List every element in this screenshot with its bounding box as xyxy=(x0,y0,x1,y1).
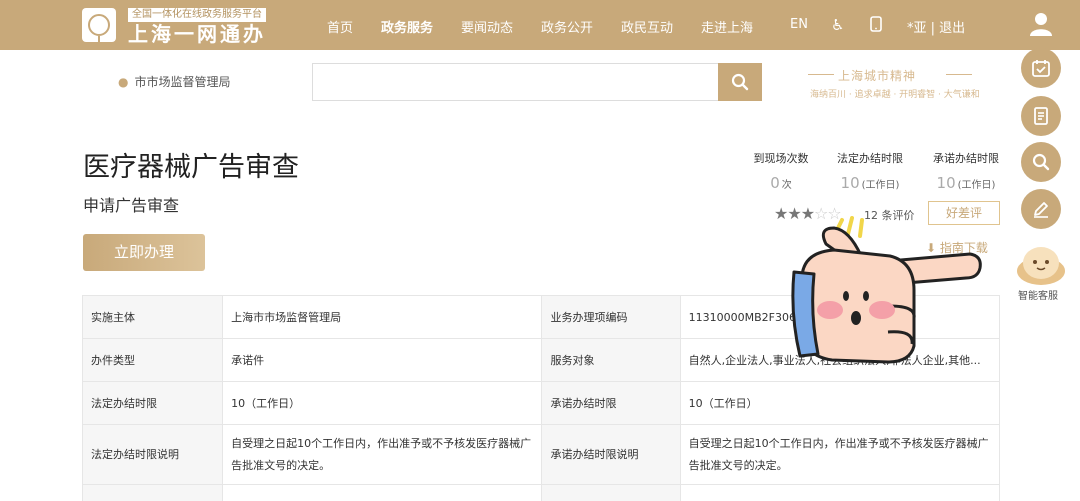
calendar-check-icon xyxy=(1032,60,1050,77)
search-icon xyxy=(731,73,749,91)
table-row: 法定办结时限 10（工作日） 承诺办结时限 10（工作日） xyxy=(81,381,1001,425)
float-document-button[interactable] xyxy=(1021,96,1061,136)
location-selector[interactable]: ● 市市场监督管理局 xyxy=(118,73,231,90)
page-title: 医疗器械广告审查 xyxy=(83,152,299,183)
table-key: 法定办结时限 xyxy=(81,381,224,425)
assistant-label[interactable]: 智能客服 xyxy=(1018,287,1058,302)
stat-value: 10 (工作日) xyxy=(936,174,996,192)
star-filled-icon: ★ xyxy=(774,204,788,223)
slogan-divider-right xyxy=(946,74,972,75)
nav-interaction[interactable]: 政民互动 xyxy=(621,17,673,36)
user-avatar-icon[interactable] xyxy=(1030,12,1052,36)
brand-subtitle: 全国一体化在线政务服务平台 xyxy=(128,8,266,22)
search-icon xyxy=(1032,153,1050,171)
nav-news[interactable]: 要闻动态 xyxy=(461,17,513,36)
table-value: 自受理之日起10个工作日内，作出准予或不予核发医疗器械广告批准文号的决定。 xyxy=(222,424,543,485)
table-value: 10（工作日） xyxy=(222,381,543,425)
lang-switch[interactable]: EN xyxy=(790,17,808,32)
stat-label: 到现场次数 xyxy=(753,152,809,165)
table-value: 上海市市场监督管理局 xyxy=(222,295,543,339)
table-value: 10（工作日） xyxy=(679,381,1001,425)
table-key xyxy=(541,484,681,501)
table-key: 服务对象 xyxy=(541,338,681,382)
top-nav-bar: 全国一体化在线政务服务平台 上海一网通办 首页 政务服务 要闻动态 政务公开 政… xyxy=(0,0,1080,50)
slogan-title: 上海城市精神 xyxy=(838,69,917,83)
nav-gov-services[interactable]: 政务服务 xyxy=(381,17,433,36)
stat-promised-limit: 承诺办结时限 10 (工作日) xyxy=(921,150,1011,192)
stat-visits: 到现场次数 0次 xyxy=(736,150,826,192)
stat-value: 0次 xyxy=(770,174,792,192)
apply-now-button[interactable]: 立即办理 xyxy=(83,234,205,271)
table-key: 承诺办结时限 xyxy=(541,381,681,425)
table-value: 自受理之日起10个工作日内，作出准予或不予核发医疗器械广告批准文号的决定。 xyxy=(679,424,1001,485)
stat-legal-limit: 法定办结时限 10 (工作日) xyxy=(825,150,915,192)
site-logo[interactable] xyxy=(82,8,116,44)
table-key xyxy=(81,484,224,501)
location-pin-icon: ● xyxy=(118,75,129,89)
user-logout[interactable]: *亚 | 退出 xyxy=(907,17,965,36)
table-key: 承诺办结时限说明 xyxy=(541,424,681,485)
table-key: 实施主体 xyxy=(81,295,224,339)
nav-home[interactable]: 首页 xyxy=(327,17,353,36)
page: 全国一体化在线政务服务平台 上海一网通办 首页 政务服务 要闻动态 政务公开 政… xyxy=(0,0,1080,501)
accessibility-icon[interactable]: ♿ xyxy=(831,16,844,34)
table-key: 法定办结时限说明 xyxy=(81,424,224,485)
float-calendar-button[interactable] xyxy=(1021,48,1061,88)
page-subtitle: 申请广告审查 xyxy=(83,196,180,215)
slogan-subtitle: 海纳百川 · 追求卓越 · 开明睿智 · 大气谦和 xyxy=(810,90,980,100)
stat-label: 法定办结时限 xyxy=(837,152,903,165)
table-row: 法定办结时限说明 自受理之日起10个工作日内，作出准予或不予核发医疗器械广告批准… xyxy=(81,424,1001,485)
table-row xyxy=(81,484,1001,501)
nav-about-shanghai[interactable]: 走进上海 xyxy=(701,17,753,36)
nav-gov-open[interactable]: 政务公开 xyxy=(541,17,593,36)
search-input[interactable] xyxy=(312,63,718,101)
document-edit-icon xyxy=(1034,107,1048,125)
table-value: 承诺件 xyxy=(222,338,543,382)
slogan-divider-left xyxy=(808,74,834,75)
table-key: 办件类型 xyxy=(81,338,224,382)
float-edit-button[interactable] xyxy=(1021,189,1061,229)
pen-icon xyxy=(1034,202,1048,218)
stat-label: 承诺办结时限 xyxy=(933,152,999,165)
float-search-button[interactable] xyxy=(1021,142,1061,182)
table-value xyxy=(222,484,543,501)
brand-title[interactable]: 上海一网通办 xyxy=(128,23,266,45)
location-label: 市市场监督管理局 xyxy=(134,75,231,89)
assistant-mascot-icon[interactable] xyxy=(1015,241,1067,287)
stat-value: 10 (工作日) xyxy=(840,174,900,192)
logo-emblem-icon xyxy=(88,14,110,44)
pointing-hand-sticker xyxy=(791,216,982,364)
mobile-icon[interactable] xyxy=(870,16,882,36)
table-key: 业务办理项编码 xyxy=(541,295,681,339)
search-button[interactable] xyxy=(718,63,762,101)
table-value xyxy=(679,484,1001,501)
